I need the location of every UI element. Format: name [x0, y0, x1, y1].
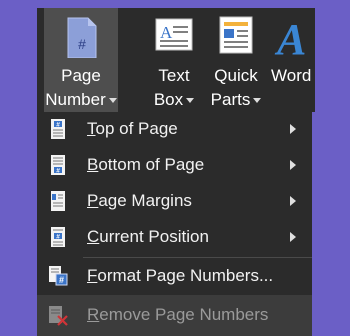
svg-text:#: # [78, 36, 86, 52]
chevron-down-icon [186, 98, 195, 104]
menu-item-remove-page-numbers[interactable]: Remove Page Numbers [37, 295, 312, 336]
menu-item-label: Remove Page Numbers [87, 305, 269, 324]
current-position-icon: # [51, 227, 65, 247]
svg-text:#: # [56, 122, 60, 129]
top-of-page-icon: # [51, 119, 65, 139]
insert-ribbon: # Page Number A Text Box Quick Parts A W… [37, 8, 315, 112]
text-box-label-line1: Text [158, 66, 190, 85]
svg-text:A: A [274, 15, 306, 58]
menu-item-label: Bottom of Page [87, 155, 205, 174]
menu-item-label: Current Position [87, 227, 209, 246]
chevron-right-icon [290, 160, 296, 170]
menu-item-current-position[interactable]: # Current Position [37, 220, 312, 254]
wordart-icon: A [274, 15, 306, 64]
text-box-button[interactable]: A Text Box [146, 8, 202, 112]
page-margins-icon [51, 191, 65, 211]
page-number-menu: # Top of Page # Bottom of Page Page Marg… [37, 112, 312, 336]
menu-item-page-margins[interactable]: Page Margins [37, 184, 312, 218]
quick-parts-label-line1: Quick [214, 66, 258, 85]
svg-text:#: # [56, 234, 60, 241]
chevron-down-icon [253, 98, 262, 104]
wordart-button[interactable]: A Word [269, 8, 315, 112]
quick-parts-button[interactable]: Quick Parts [207, 8, 265, 112]
text-box-icon: A [155, 18, 193, 51]
menu-item-label: Format Page Numbers... [87, 266, 274, 285]
page-number-label-line1: Page [61, 66, 101, 85]
menu-item-format-page-numbers[interactable]: # Format Page Numbers... [37, 259, 312, 293]
remove-page-numbers-icon [49, 306, 68, 326]
svg-text:#: # [56, 168, 60, 175]
menu-item-top-of-page[interactable]: # Top of Page [37, 112, 312, 146]
wordart-label-line1: Word [271, 66, 312, 85]
menu-item-label: Page Margins [87, 191, 192, 210]
quick-parts-label-line2: Parts [207, 88, 265, 112]
svg-text:#: # [59, 275, 64, 285]
quick-parts-icon [219, 16, 253, 54]
bottom-of-page-icon: # [51, 155, 65, 175]
menu-separator [83, 257, 312, 258]
page-number-icon: # [67, 17, 97, 59]
chevron-right-icon [290, 196, 296, 206]
menu-item-bottom-of-page[interactable]: # Bottom of Page [37, 148, 312, 182]
page-number-label-line2: Number [44, 88, 118, 112]
page-number-button[interactable]: # Page Number [44, 8, 118, 112]
text-box-label-line2: Box [146, 88, 202, 112]
chevron-down-icon [108, 98, 117, 104]
menu-item-label: Top of Page [87, 119, 178, 138]
chevron-right-icon [290, 232, 296, 242]
chevron-right-icon [290, 124, 296, 134]
format-page-numbers-icon: # [49, 266, 68, 286]
svg-text:A: A [160, 23, 173, 42]
